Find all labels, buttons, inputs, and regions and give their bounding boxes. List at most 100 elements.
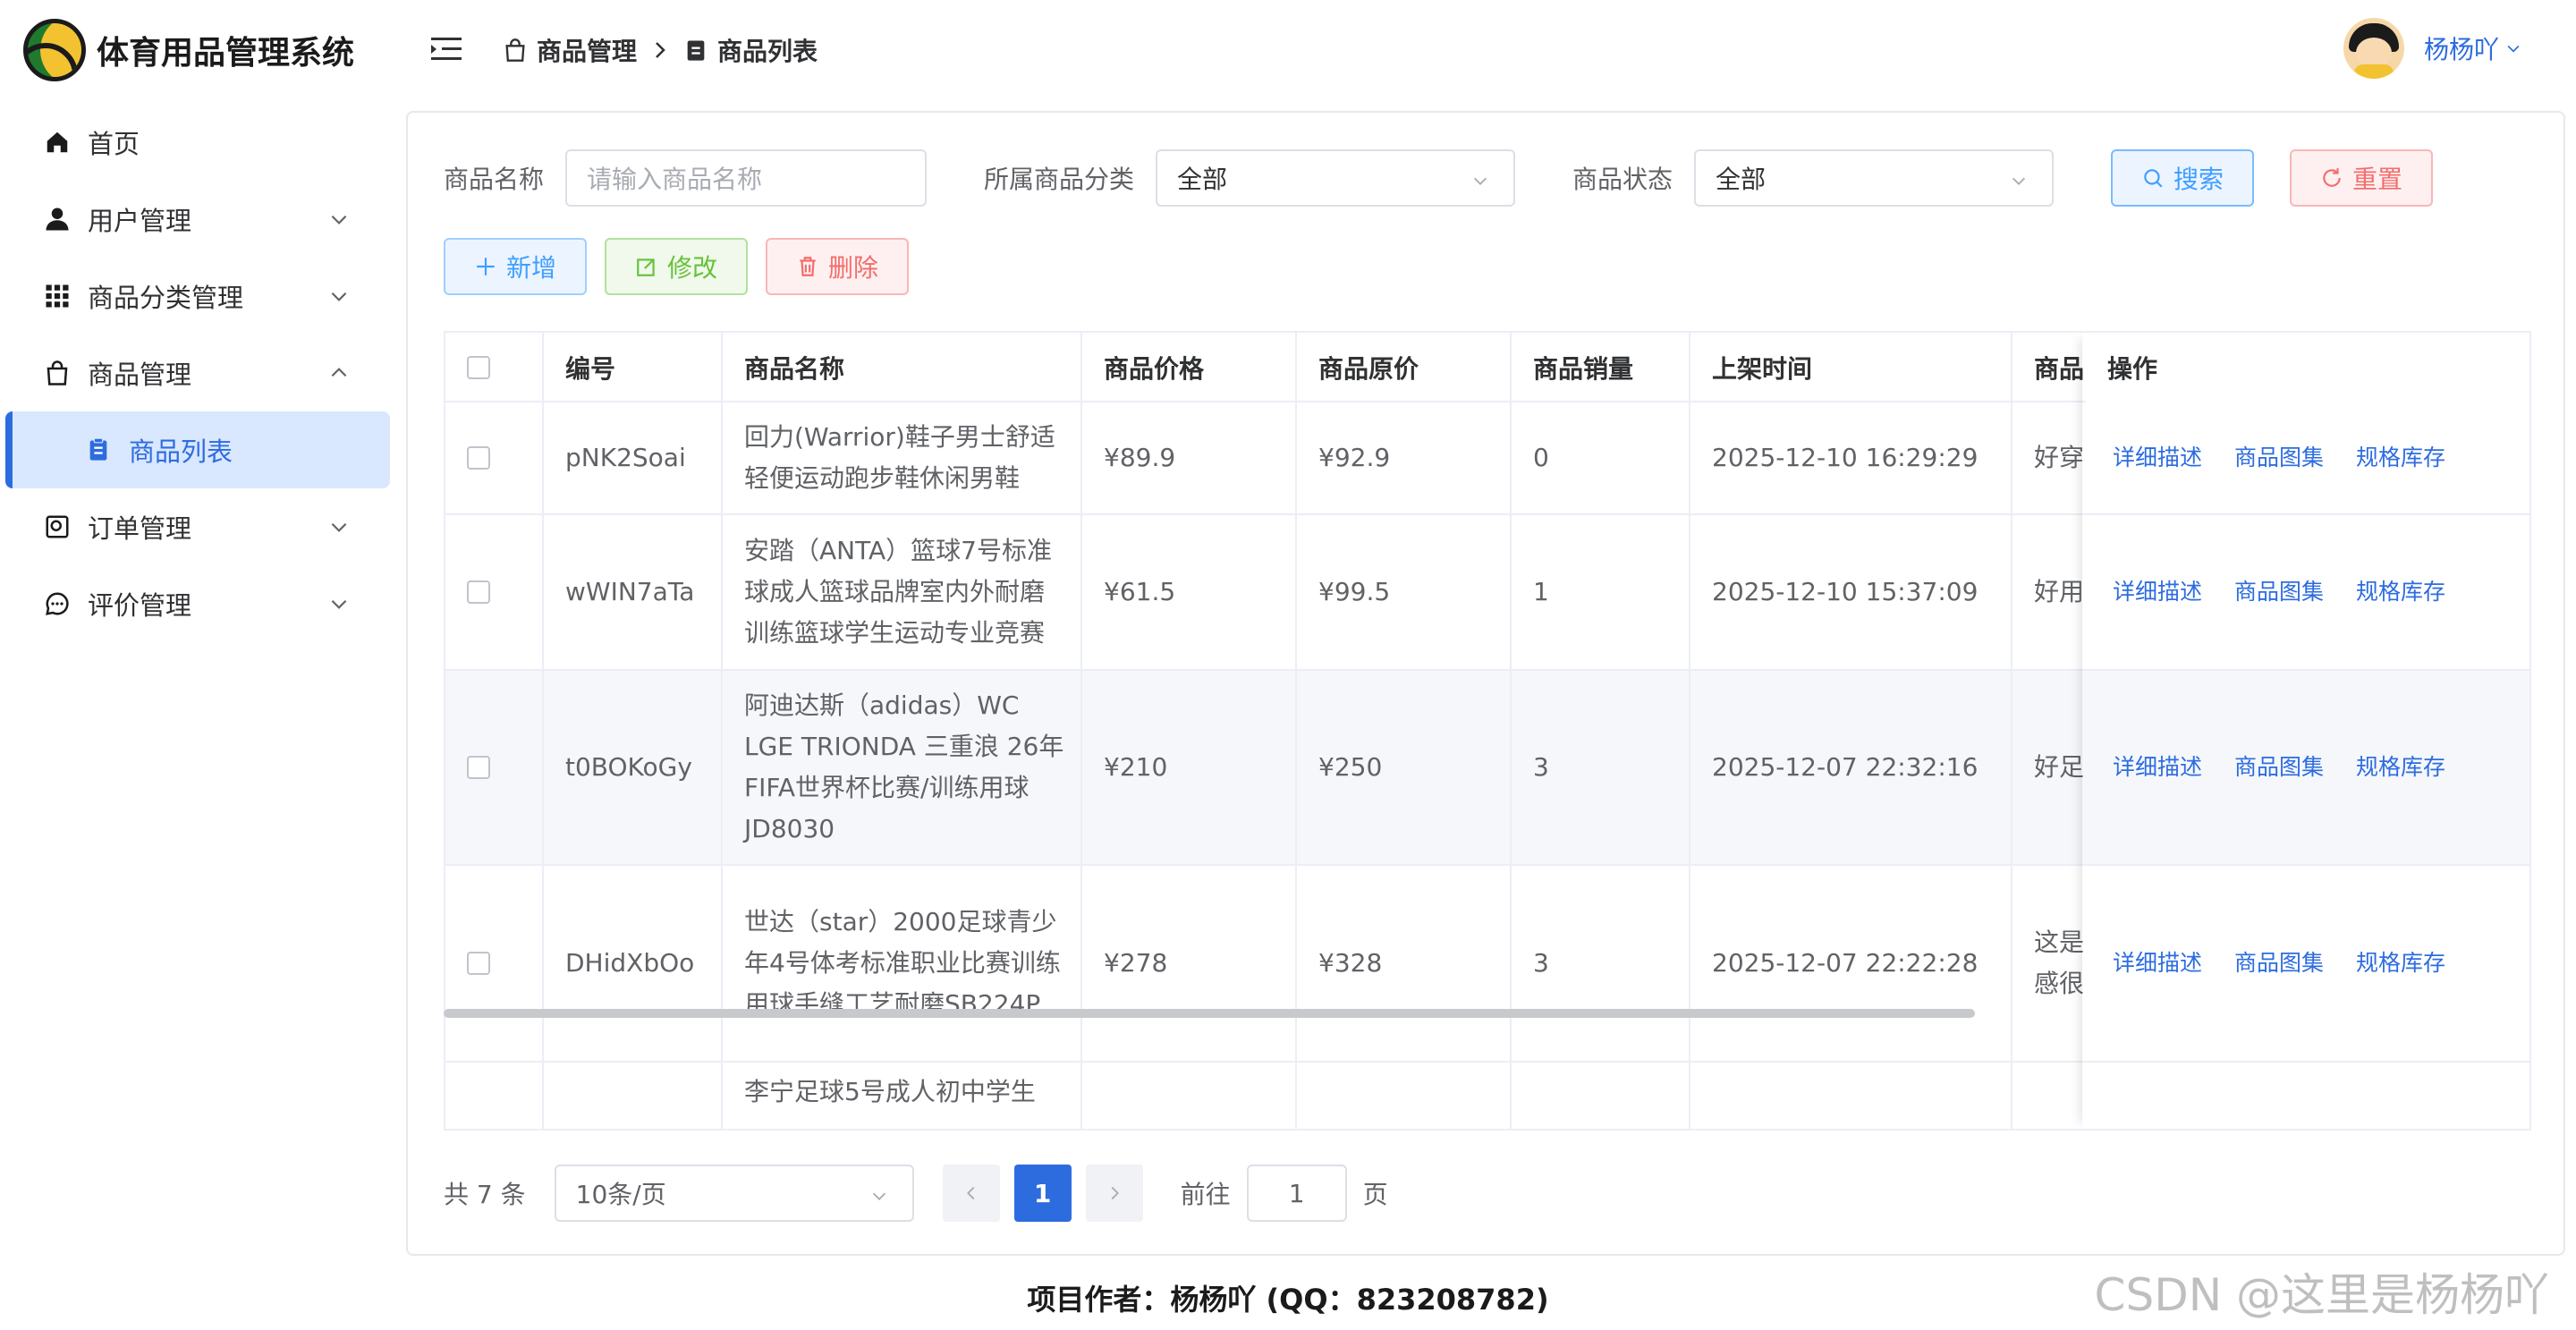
reset-button[interactable]: 重置 <box>2290 149 2434 207</box>
column-header[interactable]: 商品价格 <box>1082 333 1297 402</box>
sidebar-item-users[interactable]: 用户管理 <box>0 181 395 258</box>
tennis-ball-icon <box>23 19 86 81</box>
category-value: 全部 <box>1177 165 1228 194</box>
edit-button[interactable]: 修改 <box>605 238 748 295</box>
cell-original-price: ¥328 <box>1297 866 1512 1061</box>
horizontal-scrollbar-thumb[interactable] <box>444 1009 1975 1018</box>
row-checkbox[interactable] <box>467 952 490 975</box>
app-title: 体育用品管理系统 <box>97 35 355 72</box>
clipboard-icon <box>687 40 705 61</box>
row-checkbox[interactable] <box>467 756 490 779</box>
user-menu[interactable]: 杨杨吖 <box>2343 18 2522 79</box>
category-select[interactable]: 全部 <box>1156 149 1516 207</box>
menu-fold-icon[interactable] <box>431 36 462 63</box>
delete-button-label: 删除 <box>827 253 878 283</box>
sidebar-item-label: 评价管理 <box>88 590 192 621</box>
select-all-checkbox[interactable] <box>467 356 490 379</box>
user-name[interactable]: 杨杨吖 <box>2424 30 2499 66</box>
goto-page-input[interactable]: 1 <box>1246 1165 1347 1222</box>
row-select-cell <box>445 671 544 864</box>
add-button[interactable]: 新增 <box>444 238 587 295</box>
chevron-down-icon <box>331 292 347 301</box>
sidebar-item-home[interactable]: 首页 <box>0 104 395 181</box>
column-header[interactable]: 编号 <box>544 333 723 402</box>
top-header: 商品管理 商品列表 杨杨吖 <box>395 0 2576 100</box>
cell-id: t0BOKoGy <box>544 671 723 864</box>
cell-sales: 3 <box>1512 866 1690 1061</box>
app-logo: 体育用品管理系统 <box>23 16 354 84</box>
edit-button-label: 修改 <box>666 253 717 283</box>
chevron-up-icon <box>331 368 347 377</box>
sidebar: 体育用品管理系统 首页 用户管理 商品分类管理 商品管理 商品列表 订单管理 评… <box>0 0 395 1330</box>
sidebar-item-categories[interactable]: 商品分类管理 <box>0 258 395 335</box>
total-count: 共 7 条 <box>444 1180 526 1209</box>
chevron-down-icon <box>331 522 347 532</box>
cell-id: pNK2Soai <box>544 402 723 513</box>
page-number-current[interactable]: 1 <box>1013 1165 1072 1222</box>
filter-bar: 商品名称 请输入商品名称 所属商品分类 全部 商品状态 全部 搜索 重置 <box>444 148 2434 208</box>
name-input[interactable]: 请输入商品名称 <box>565 149 928 207</box>
next-page-button[interactable] <box>1085 1165 1143 1222</box>
search-icon <box>2144 169 2163 188</box>
cell-sales: 3 <box>1512 671 1690 864</box>
row-select-cell <box>445 866 544 1061</box>
sidebar-item-label: 商品管理 <box>88 360 192 390</box>
cell-sales <box>1512 1063 1690 1129</box>
sidebar-item-orders[interactable]: 订单管理 <box>0 488 395 565</box>
pagination: 共 7 条 10条/页 1 前往 1 页 <box>444 1164 1388 1223</box>
chevron-left-icon <box>966 1186 975 1200</box>
sidebar-item-product-list[interactable]: 商品列表 <box>5 411 390 488</box>
sidebar-item-label: 首页 <box>88 129 140 159</box>
cell-id <box>544 1063 723 1129</box>
page-unit: 页 <box>1362 1180 1388 1209</box>
cell-name: 安踏（ANTA）篮球7号标准球成人篮球品牌室内外耐磨训练篮球学生运动专业竞赛 <box>723 515 1082 669</box>
refresh-icon <box>2323 168 2341 187</box>
breadcrumb: 商品管理 商品列表 <box>503 32 818 68</box>
select-all-cell <box>445 333 544 402</box>
shopping-bag-icon <box>505 38 525 62</box>
cell-time: 2025-12-10 16:29:29 <box>1690 402 2012 513</box>
status-select[interactable]: 全部 <box>1694 149 2055 207</box>
cell-name: 李宁足球5号成人初中学生 <box>723 1063 1082 1129</box>
cell-time: 2025-12-07 22:22:28 <box>1690 866 2012 1061</box>
reset-button-label: 重置 <box>2352 165 2403 194</box>
sidebar-item-reviews[interactable]: 评价管理 <box>0 565 395 642</box>
chevron-right-icon <box>656 42 665 58</box>
row-select-cell <box>445 402 544 513</box>
sidebar-item-label: 商品分类管理 <box>88 283 244 313</box>
row-checkbox[interactable] <box>467 446 490 470</box>
row-select-cell <box>445 515 544 669</box>
row-checkbox[interactable] <box>467 580 490 604</box>
edit-icon <box>637 258 655 276</box>
name-label: 商品名称 <box>444 165 545 194</box>
cell-name: 阿迪达斯（adidas）WC LGE TRIONDA 三重浪 26年FIFA世界… <box>723 671 1082 864</box>
cell-name: 回力(Warrior)鞋子男士舒适轻便运动跑步鞋休闲男鞋 <box>723 402 1082 513</box>
delete-button[interactable]: 删除 <box>766 238 909 295</box>
sidebar-menu: 首页 用户管理 商品分类管理 商品管理 商品列表 订单管理 评价管理 <box>0 104 395 642</box>
chevron-down-icon <box>331 215 347 224</box>
status-value: 全部 <box>1716 165 1767 194</box>
app-root: 体育用品管理系统 首页 用户管理 商品分类管理 商品管理 商品列表 订单管理 评… <box>0 0 2576 1330</box>
cell-price: ¥278 <box>1082 866 1297 1061</box>
grid-icon <box>43 282 72 310</box>
trash-icon <box>800 257 816 276</box>
page-size-select[interactable]: 10条/页 <box>554 1165 914 1222</box>
chevron-down-icon <box>331 599 347 609</box>
category-label: 所属商品分类 <box>984 165 1135 194</box>
avatar <box>2343 18 2404 79</box>
cell-price: ¥89.9 <box>1082 402 1297 513</box>
prev-page-button[interactable] <box>942 1165 1000 1222</box>
column-header[interactable]: 商品名称 <box>723 333 1082 402</box>
breadcrumb-item[interactable]: 商品管理 <box>537 32 637 68</box>
column-header[interactable]: 上架时间 <box>1690 333 2012 402</box>
column-header[interactable]: 商品原价 <box>1297 333 1512 402</box>
search-button[interactable]: 搜索 <box>2111 149 2255 207</box>
clipboard-icon <box>84 436 113 464</box>
cell-sales: 1 <box>1512 515 1690 669</box>
shopping-bag-icon <box>43 359 72 387</box>
sidebar-item-products[interactable]: 商品管理 <box>0 335 395 411</box>
cell-original-price: ¥250 <box>1297 671 1512 864</box>
column-header[interactable]: 商品销量 <box>1512 333 1690 402</box>
cell-name: 世达（star）2000足球青少年4号体考标准职业比赛训练用球手缝工艺耐磨SB2… <box>723 866 1082 1061</box>
user-icon <box>43 205 72 233</box>
